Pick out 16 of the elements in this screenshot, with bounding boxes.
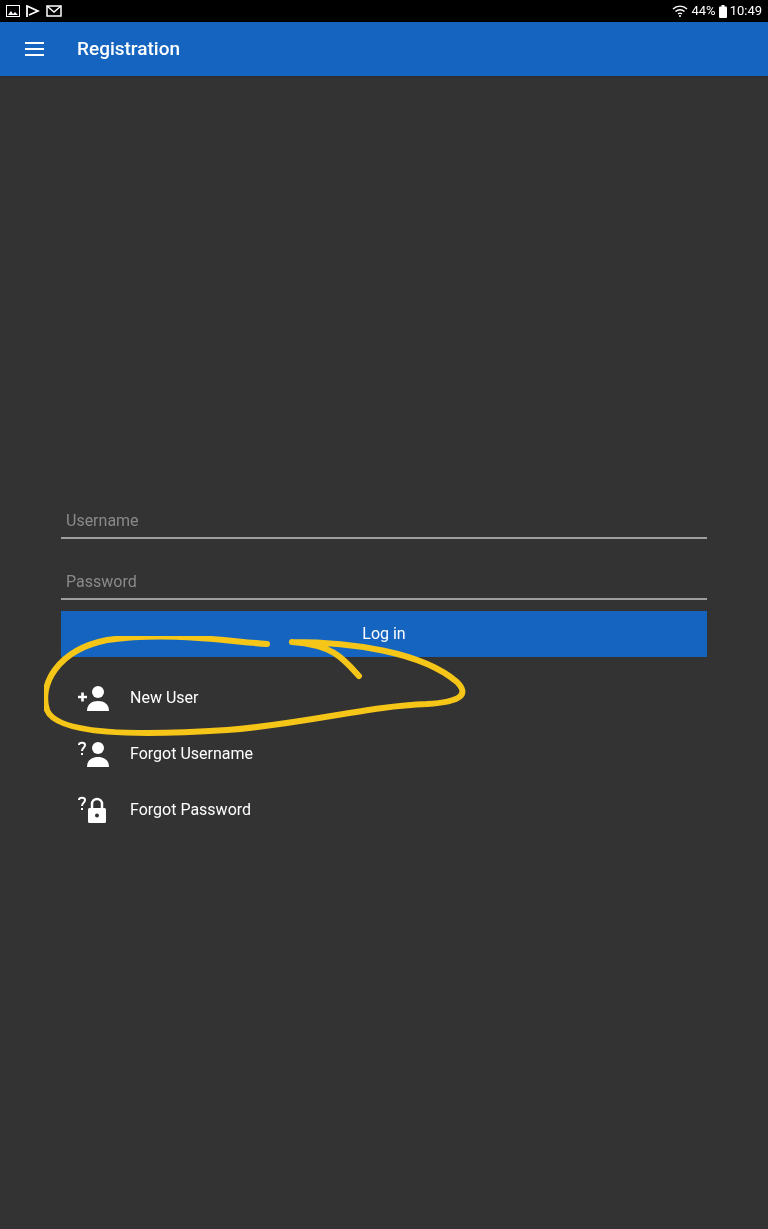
image-icon — [6, 5, 20, 17]
battery-percent: 44% — [691, 2, 716, 21]
link-item[interactable]: Forgot Username — [61, 726, 707, 782]
add-person-icon — [77, 685, 111, 711]
mail-icon — [46, 5, 62, 17]
menu-icon[interactable] — [25, 42, 44, 56]
question-person-icon — [77, 741, 111, 767]
input-field[interactable]: Username — [61, 503, 707, 539]
clock-time: 10:49 — [729, 2, 762, 21]
app-title: Registration — [77, 35, 180, 62]
link-item[interactable]: Forgot Password — [61, 782, 707, 838]
battery-icon — [718, 4, 727, 18]
login-button[interactable]: Log in — [61, 611, 707, 657]
wifi-icon — [672, 5, 689, 17]
link-item[interactable]: New User — [61, 670, 707, 726]
input-field[interactable]: Password — [61, 564, 707, 600]
